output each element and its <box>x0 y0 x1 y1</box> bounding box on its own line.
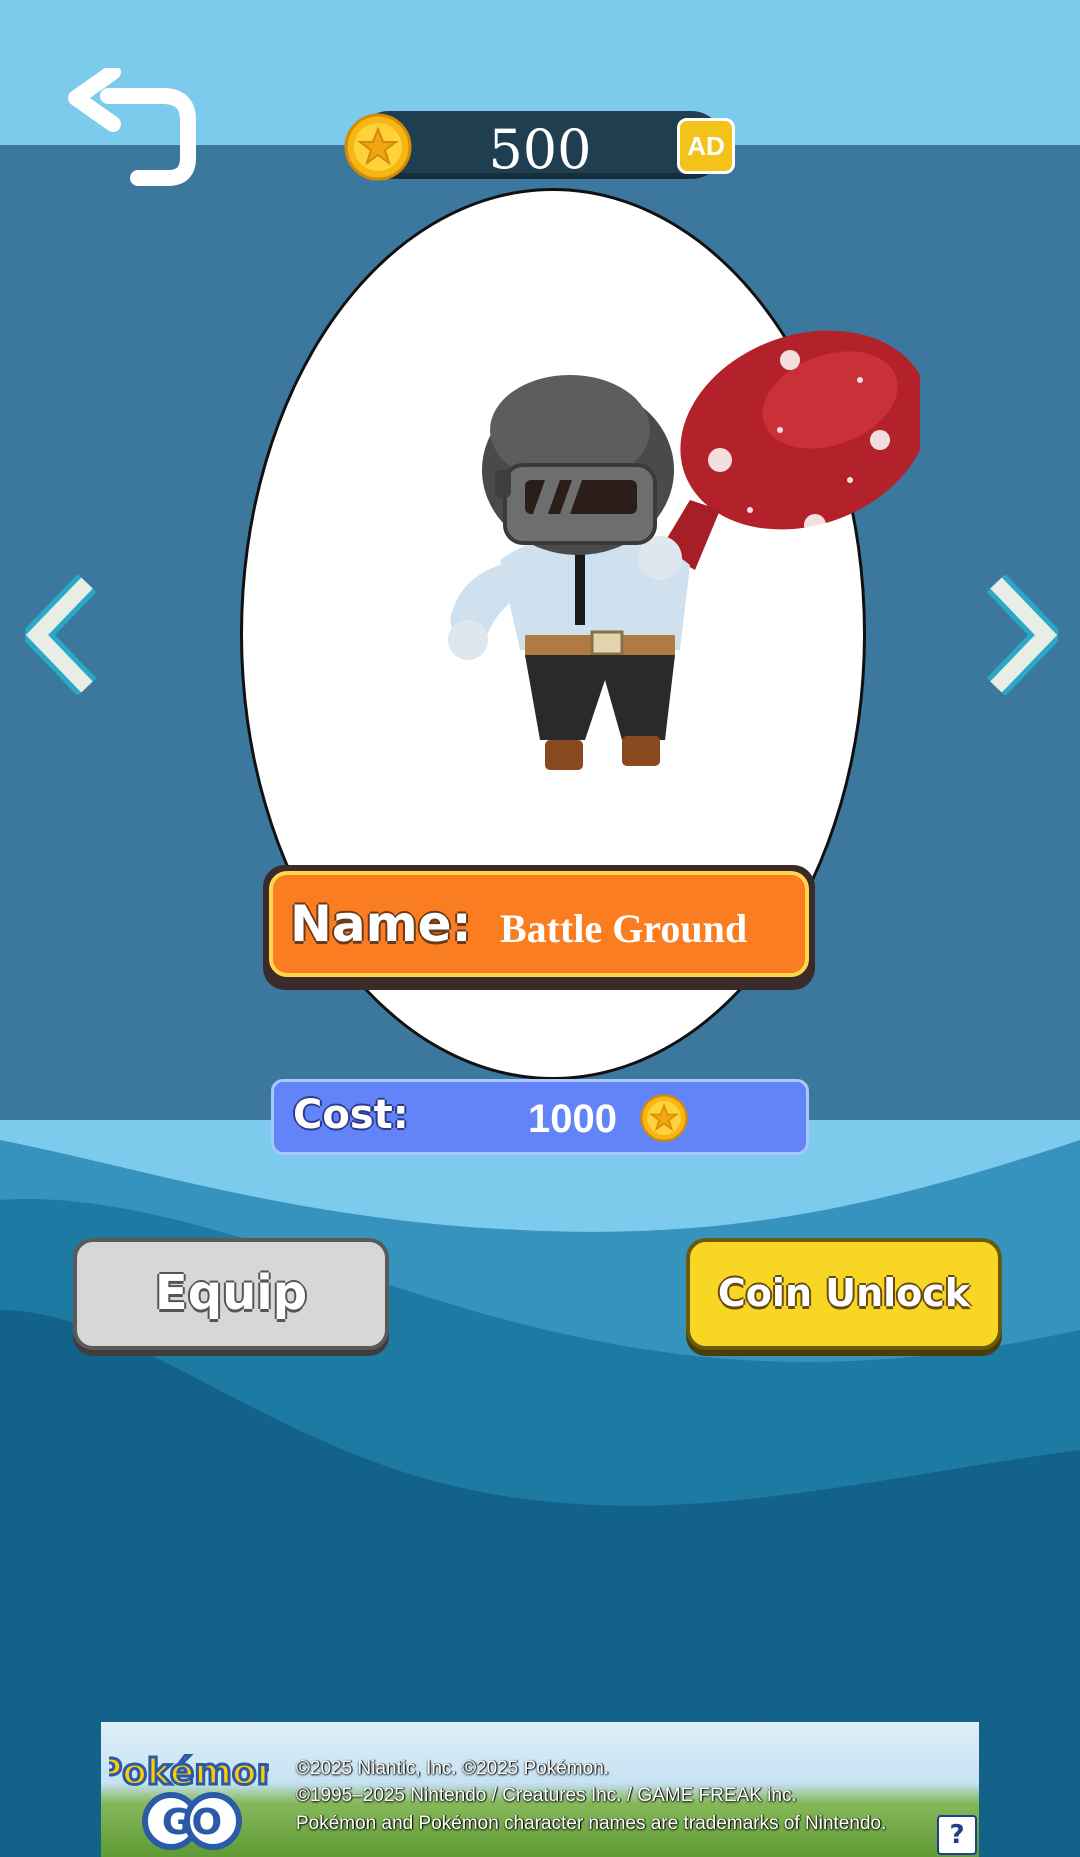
coin-unlock-button[interactable]: Coin Unlock <box>686 1238 1002 1350</box>
ad-text-line: ©2025 Niantic, Inc. ©2025 Pokémon. <box>296 1758 610 1779</box>
character-model-image <box>448 330 920 770</box>
chevron-left-icon <box>18 573 97 697</box>
coin-icon <box>344 113 412 181</box>
chevron-right-icon <box>986 573 1065 697</box>
name-label: Name: <box>290 895 472 953</box>
help-icon[interactable]: ? <box>937 1815 977 1855</box>
ad-banner[interactable]: Pokémon GO ©2025 Niantic, Inc. ©2025 Pok… <box>101 1722 979 1857</box>
previous-skin-button[interactable] <box>18 573 105 697</box>
back-button[interactable] <box>68 64 198 188</box>
pokemon-go-logo: Pokémon GO <box>109 1751 269 1850</box>
back-arrow-icon <box>68 64 196 186</box>
skin-name: Battle Ground <box>500 906 748 951</box>
ad-text-line: Pokémon and Pokémon character names are … <box>296 1813 887 1834</box>
cost-label: Cost: <box>293 1092 409 1138</box>
svg-text:Pokémon: Pokémon <box>109 1752 269 1793</box>
svg-text:GO: GO <box>162 1802 222 1843</box>
watch-ad-button[interactable]: AD <box>677 118 735 174</box>
next-skin-button[interactable] <box>978 573 1065 697</box>
skin-cost: 1000 <box>528 1097 617 1141</box>
coin-count: 500 <box>488 118 592 181</box>
ad-text-line: ©1995–2025 Nintendo / Creatures Inc. / G… <box>296 1785 797 1806</box>
coin-icon <box>640 1094 688 1142</box>
equip-button[interactable]: Equip <box>73 1238 389 1350</box>
